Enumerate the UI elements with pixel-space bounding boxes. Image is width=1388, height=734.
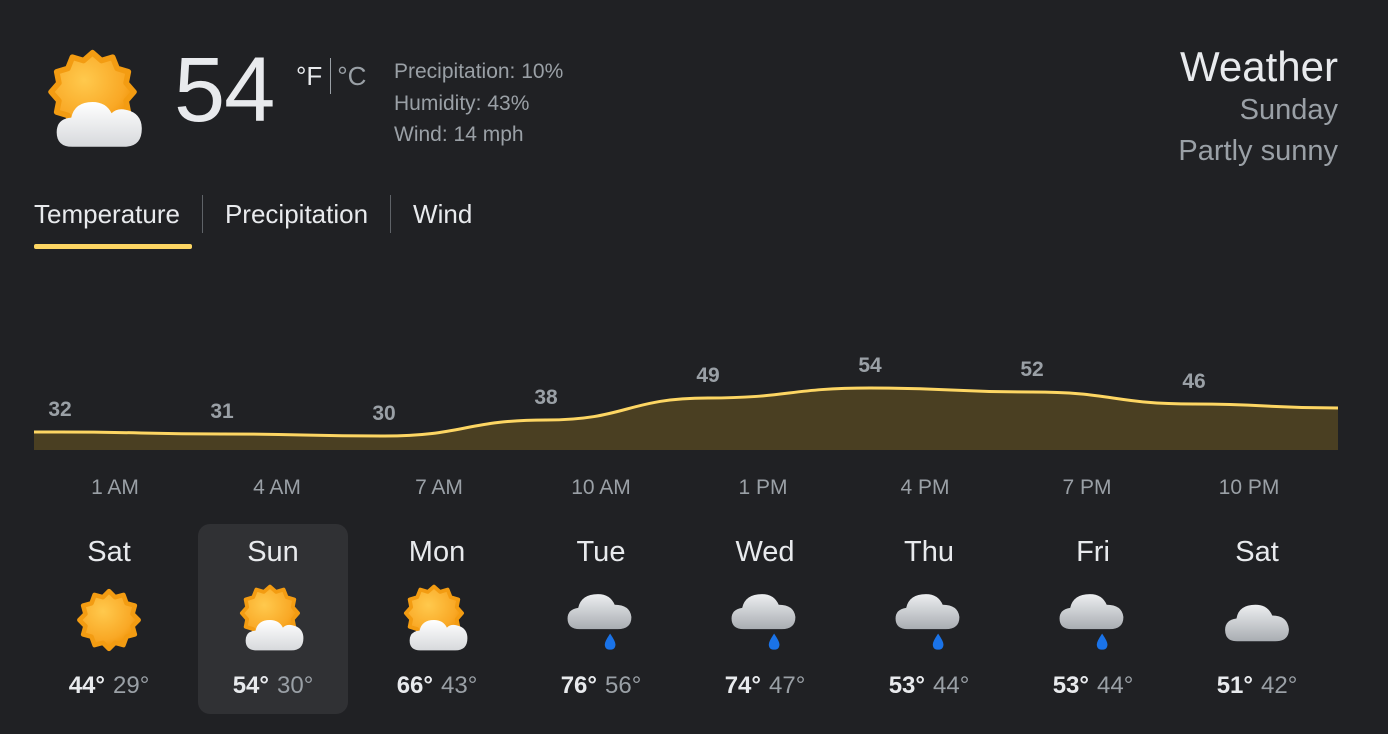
temperature-value-label: 30 <box>372 402 395 425</box>
day-thursday[interactable]: Thu 53° 44° <box>854 524 1004 714</box>
high-temp: 76° <box>560 672 597 699</box>
day-name: Fri <box>1076 536 1110 568</box>
chart-tabs: Temperature Precipitation Wind <box>34 192 472 236</box>
low-temp: 47° <box>769 672 806 699</box>
day-saturday-next[interactable]: Sat 51° 42° <box>1182 524 1332 714</box>
weather-header: Weather Sunday Partly sunny <box>1178 44 1338 172</box>
rain-icon <box>563 582 639 658</box>
temperature-value-label: 31 <box>210 400 234 423</box>
current-details: Precipitation: 10% Humidity: 43% Wind: 1… <box>394 56 563 151</box>
day-temps: 51° 42° <box>1182 672 1332 700</box>
high-temp: 53° <box>1052 672 1089 699</box>
tab-precipitation[interactable]: Precipitation <box>225 192 368 236</box>
low-temp: 43° <box>441 672 478 699</box>
high-temp: 44° <box>68 672 105 699</box>
day-temps: 53° 44° <box>854 672 1004 700</box>
low-temp: 42° <box>1261 672 1298 699</box>
day-name: Sat <box>87 536 131 568</box>
current-condition: Partly sunny <box>1178 135 1338 167</box>
day-name: Mon <box>408 536 466 568</box>
day-temps: 74° 47° <box>690 672 840 700</box>
temperature-value-label: 38 <box>534 386 558 409</box>
day-monday[interactable]: Mon 66° 43° <box>362 524 512 714</box>
high-temp: 66° <box>396 672 433 699</box>
day-temps: 66° 43° <box>362 672 512 700</box>
day-temps: 76° 56° <box>526 672 676 700</box>
hour-label: 7 AM <box>415 476 463 499</box>
temperature-value-label: 49 <box>696 364 719 387</box>
partly-sunny-icon <box>38 46 156 158</box>
day-wednesday[interactable]: Wed 74° 47° <box>690 524 840 714</box>
partly-sunny-icon <box>399 582 475 658</box>
current-temperature: 54 <box>174 39 275 141</box>
celsius-button[interactable]: °C <box>337 61 366 92</box>
temperature-value-label: 54 <box>858 354 882 377</box>
fahrenheit-button[interactable]: °F <box>296 61 322 92</box>
precipitation-text: Precipitation: 10% <box>394 60 564 83</box>
low-temp: 44° <box>933 672 970 699</box>
current-day: Sunday <box>1239 94 1338 126</box>
day-temps: 53° 44° <box>1018 672 1168 700</box>
temperature-chart[interactable]: 32 31 30 38 49 54 52 46 <box>0 330 1388 460</box>
unit-divider <box>330 58 332 94</box>
temperature-value-label: 32 <box>48 398 71 421</box>
sunny-icon <box>71 582 147 658</box>
active-tab-indicator <box>34 244 192 249</box>
high-temp: 54° <box>232 672 269 699</box>
partly-sunny-icon <box>235 582 311 658</box>
hour-label: 7 PM <box>1062 476 1112 499</box>
day-saturday[interactable]: Sat 44° 29° <box>34 524 184 714</box>
low-temp: 56° <box>605 672 642 699</box>
cloudy-icon <box>1219 582 1295 658</box>
wind-text: Wind: 14 mph <box>394 123 524 146</box>
humidity-text: Humidity: 43% <box>394 91 530 115</box>
tab-temperature[interactable]: Temperature <box>34 192 180 236</box>
low-temp: 29° <box>113 672 150 699</box>
day-sunday[interactable]: Sun 54° 30° <box>198 524 348 714</box>
day-name: Sat <box>1235 536 1279 568</box>
temperature-value-label: 52 <box>1020 358 1043 381</box>
day-name: Sun <box>247 536 299 568</box>
high-temp: 51° <box>1216 672 1253 699</box>
hour-label: 10 PM <box>1218 476 1280 499</box>
rain-icon <box>1055 582 1131 658</box>
weather-title: Weather <box>1180 43 1338 90</box>
day-name: Wed <box>735 536 795 568</box>
rain-icon <box>891 582 967 658</box>
tab-wind[interactable]: Wind <box>413 192 472 236</box>
hour-label: 1 AM <box>91 476 139 499</box>
day-temps: 44° 29° <box>34 672 184 700</box>
day-name: Tue <box>576 536 626 568</box>
high-temp: 53° <box>888 672 925 699</box>
hour-label: 4 AM <box>253 476 301 499</box>
tab-divider <box>390 195 392 233</box>
day-name: Thu <box>904 536 954 568</box>
tab-divider <box>201 195 203 233</box>
temperature-value-label: 46 <box>1182 370 1205 393</box>
low-temp: 44° <box>1097 672 1134 699</box>
hour-label: 4 PM <box>900 476 950 499</box>
rain-icon <box>727 582 803 658</box>
low-temp: 30° <box>277 672 314 699</box>
high-temp: 74° <box>724 672 761 699</box>
hour-label: 1 PM <box>738 476 788 499</box>
hour-label: 10 AM <box>571 476 631 499</box>
unit-toggle: °F °C <box>296 58 366 94</box>
day-tuesday[interactable]: Tue 76° 56° <box>526 524 676 714</box>
day-friday[interactable]: Fri 53° 44° <box>1018 524 1168 714</box>
day-temps: 54° 30° <box>198 672 348 700</box>
